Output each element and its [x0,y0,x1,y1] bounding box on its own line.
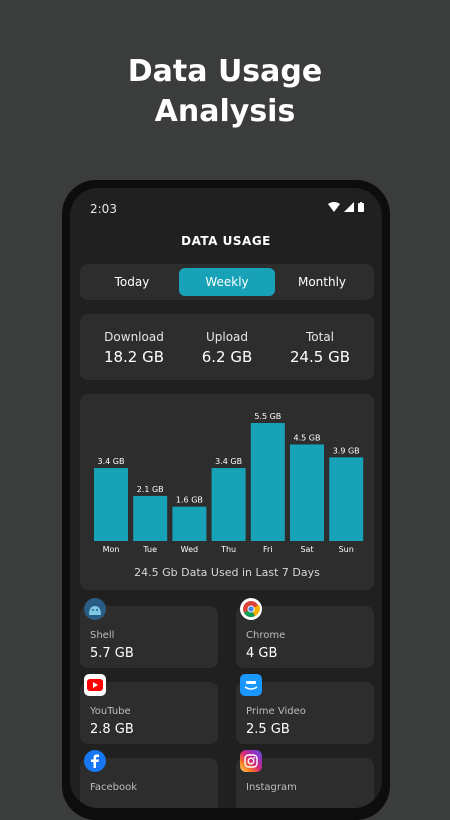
instagram-icon [240,750,262,772]
app-card-shell[interactable]: Shell 5.7 GB [80,598,218,668]
app-usage: 5.7 GB [90,646,134,661]
promo-line-1: Data Usage [127,54,323,89]
weekly-usage-chart-card: 3.4 GB Mon 2.1 GB Tue 1.6 GB Wed 3.4 GB Thu 5.5 … [80,394,374,590]
chart-tick-label: Fri [263,545,273,554]
download-stat: Download 18.2 GB [94,330,174,366]
tab-monthly[interactable]: Monthly [274,268,370,296]
prime-video-icon [240,674,262,696]
app-name: Chrome [246,630,286,641]
app-card-prime-video[interactable]: Prime Video 2.5 GB [236,674,374,744]
weekly-usage-chart: 3.4 GB Mon 2.1 GB Tue 1.6 GB Wed 3.4 GB Thu 5.5 … [94,412,364,554]
chart-bar-fri [250,423,285,541]
chart-bar-tue [133,495,168,541]
chart-bar-wed [172,506,207,541]
youtube-icon [84,674,106,696]
chart-data-label: 4.5 GB [294,433,321,442]
tab-weekly[interactable]: Weekly [179,268,275,296]
usage-summary-card: Download 18.2 GB Upload 6.2 GB Total 24.… [80,314,374,380]
promo-line-2: Analysis [154,94,296,129]
app-card-chrome[interactable]: Chrome 4 GB [236,598,374,668]
battery-icon [358,202,364,212]
status-time: 2:03 [90,202,117,216]
app-usage: 2.8 GB [90,722,134,737]
chart-tick-label: Thu [220,545,236,554]
app-screen: 2:03 DATA USAGE Today Weekly Monthly Dow… [70,188,382,808]
download-value: 18.2 GB [103,348,165,366]
tab-today[interactable]: Today [84,268,180,296]
screen-title: DATA USAGE [181,234,271,248]
upload-value: 6.2 GB [201,348,253,366]
chrome-icon [240,598,262,620]
chart-bar-thu [211,468,246,541]
facebook-icon [84,750,106,772]
chart-tick-label: Wed [181,545,198,554]
chart-tick-label: Sun [339,545,354,554]
app-usage: 4 GB [246,646,278,661]
app-usage: 2.5 GB [246,722,290,737]
chart-bar-sun [329,457,364,541]
chart-tick-label: Tue [142,545,157,554]
app-name: Facebook [90,782,137,793]
download-label: Download [104,330,164,344]
chart-bar-sat [290,444,324,541]
upload-label: Upload [205,330,249,344]
chart-data-label: 2.1 GB [137,485,164,494]
app-name: Shell [90,630,115,641]
chart-data-label: 3.4 GB [98,457,125,466]
promo-headline: Data Usage Analysis [0,52,450,132]
app-card-facebook[interactable]: Facebook [80,750,218,808]
android-icon [84,598,106,620]
status-icons [328,202,364,212]
chart-bar-mon [94,468,128,541]
app-card-youtube[interactable]: YouTube 2.8 GB [80,674,218,744]
app-name: Prime Video [246,706,306,717]
chart-caption: 24.5 Gb Data Used in Last 7 Days [134,566,320,579]
total-value: 24.5 GB [289,348,351,366]
chart-data-label: 3.9 GB [333,446,360,455]
wifi-icon [328,202,340,212]
signal-icon [344,202,354,212]
chart-data-label: 5.5 GB [254,412,281,421]
period-tabs: Today Weekly Monthly [80,264,374,300]
chart-data-label: 1.6 GB [176,496,203,505]
total-label: Total [305,330,335,344]
app-name: YouTube [90,706,131,717]
app-card-instagram[interactable]: Instagram [236,750,374,808]
chart-tick-label: Sat [300,545,313,554]
app-name: Instagram [246,782,297,793]
chart-tick-label: Mon [103,545,120,554]
upload-stat: Upload 6.2 GB [187,330,267,366]
total-stat: Total 24.5 GB [280,330,360,366]
chart-data-label: 3.4 GB [215,457,242,466]
